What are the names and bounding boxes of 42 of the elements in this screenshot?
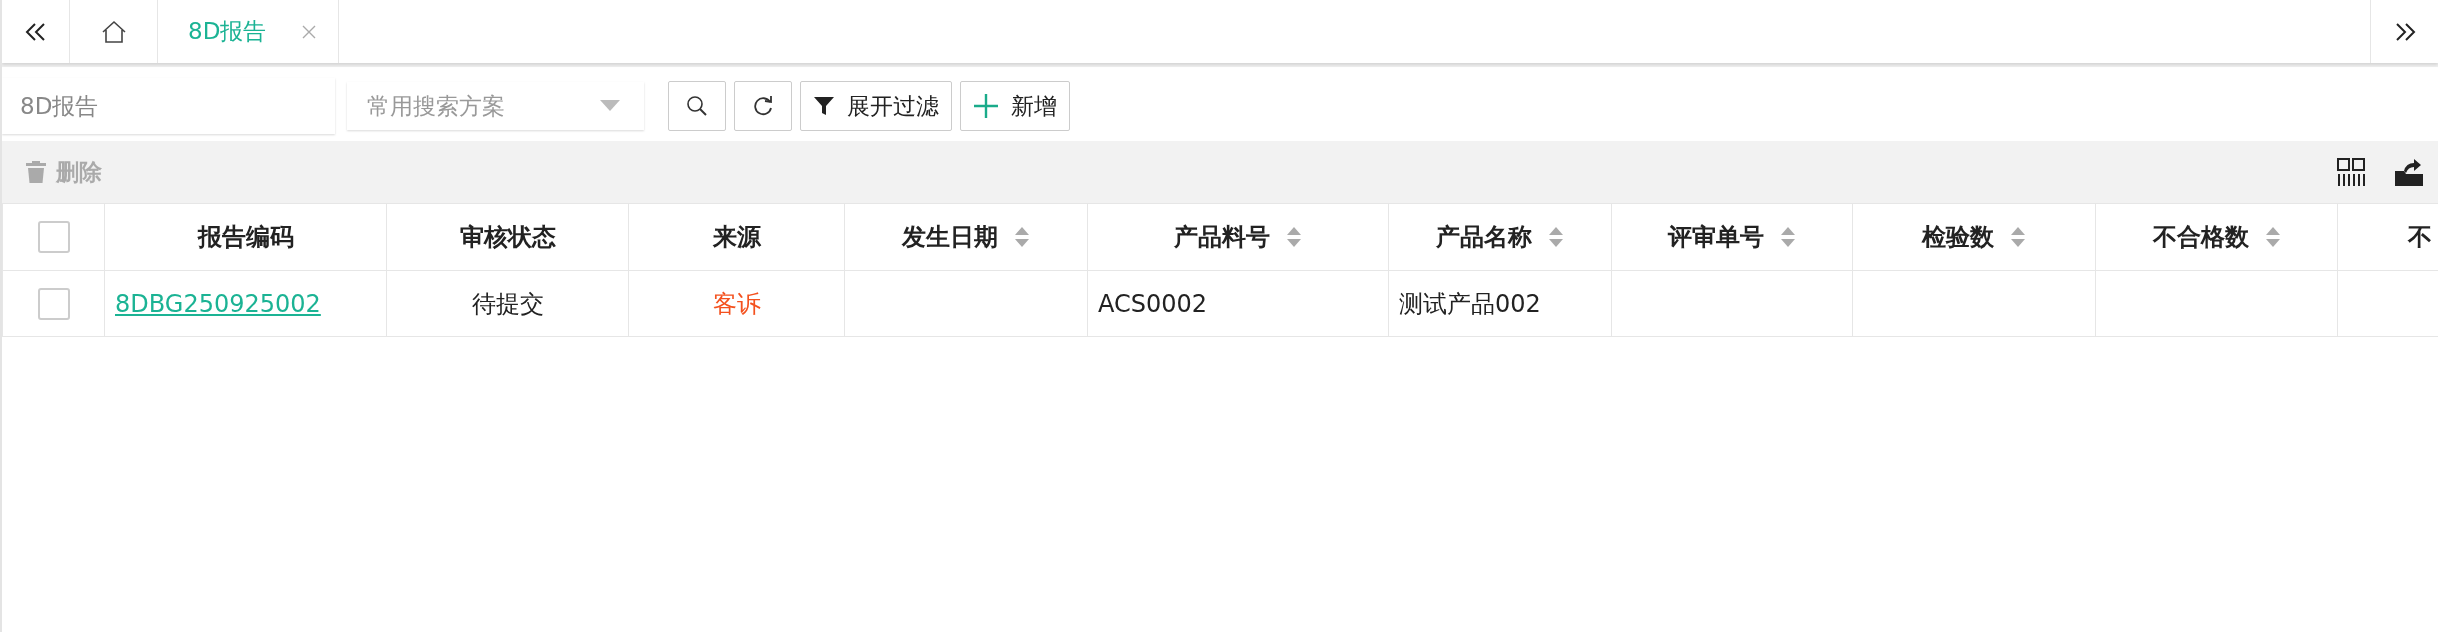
column-header: 产品料号 [1174, 222, 1270, 253]
add-button[interactable]: 新增 [960, 81, 1070, 131]
columns-icon[interactable] [2336, 157, 2366, 187]
filter-icon [813, 95, 835, 117]
export-folder-icon[interactable] [2394, 157, 2424, 187]
column-header: 检验数 [1922, 222, 1994, 253]
search-field[interactable]: 8D报告 [2, 78, 335, 134]
search-scheme-dropdown[interactable]: 常用搜索方案 [347, 82, 644, 130]
home-icon [100, 19, 127, 44]
scroll-right-button[interactable] [2370, 0, 2438, 63]
trash-icon [24, 160, 48, 184]
column-header: 发生日期 [902, 222, 998, 253]
select-all-checkbox[interactable] [37, 221, 70, 253]
plus-icon [973, 93, 999, 119]
refresh-button[interactable] [734, 81, 792, 131]
column-header: 审核状态 [459, 222, 556, 253]
search-button[interactable] [668, 81, 726, 131]
sort-icon[interactable] [1780, 226, 1796, 248]
row-checkbox[interactable] [37, 287, 70, 320]
sort-icon[interactable] [1014, 226, 1030, 248]
double-chevron-left-icon [24, 21, 47, 42]
table-cell: 待提交 [471, 289, 544, 318]
close-icon[interactable] [302, 24, 317, 39]
column-header: 评审单号 [1668, 222, 1764, 253]
sort-icon[interactable] [2010, 226, 2026, 248]
table-cell: 测试产品002 [1399, 289, 1541, 318]
caret-icon [600, 100, 620, 112]
sort-icon[interactable] [2264, 226, 2281, 248]
column-header: 不合格数 [2152, 222, 2249, 253]
column-header: 产品名称 [1436, 222, 1532, 253]
search-icon [685, 94, 709, 118]
scroll-left-button[interactable] [2, 0, 70, 63]
column-header: 报告编码 [197, 222, 294, 253]
table-cell: 客诉 [712, 289, 761, 318]
column-header: 不 [2408, 222, 2432, 253]
double-chevron-right-icon [2393, 21, 2416, 42]
refresh-icon [751, 94, 775, 118]
table-cell: ACS0002 [1098, 289, 1208, 318]
sort-icon[interactable] [1286, 226, 1302, 248]
column-header: 来源 [712, 222, 761, 253]
expand-filter-button[interactable]: 展开过滤 [800, 81, 952, 131]
sort-icon[interactable] [1548, 226, 1564, 248]
